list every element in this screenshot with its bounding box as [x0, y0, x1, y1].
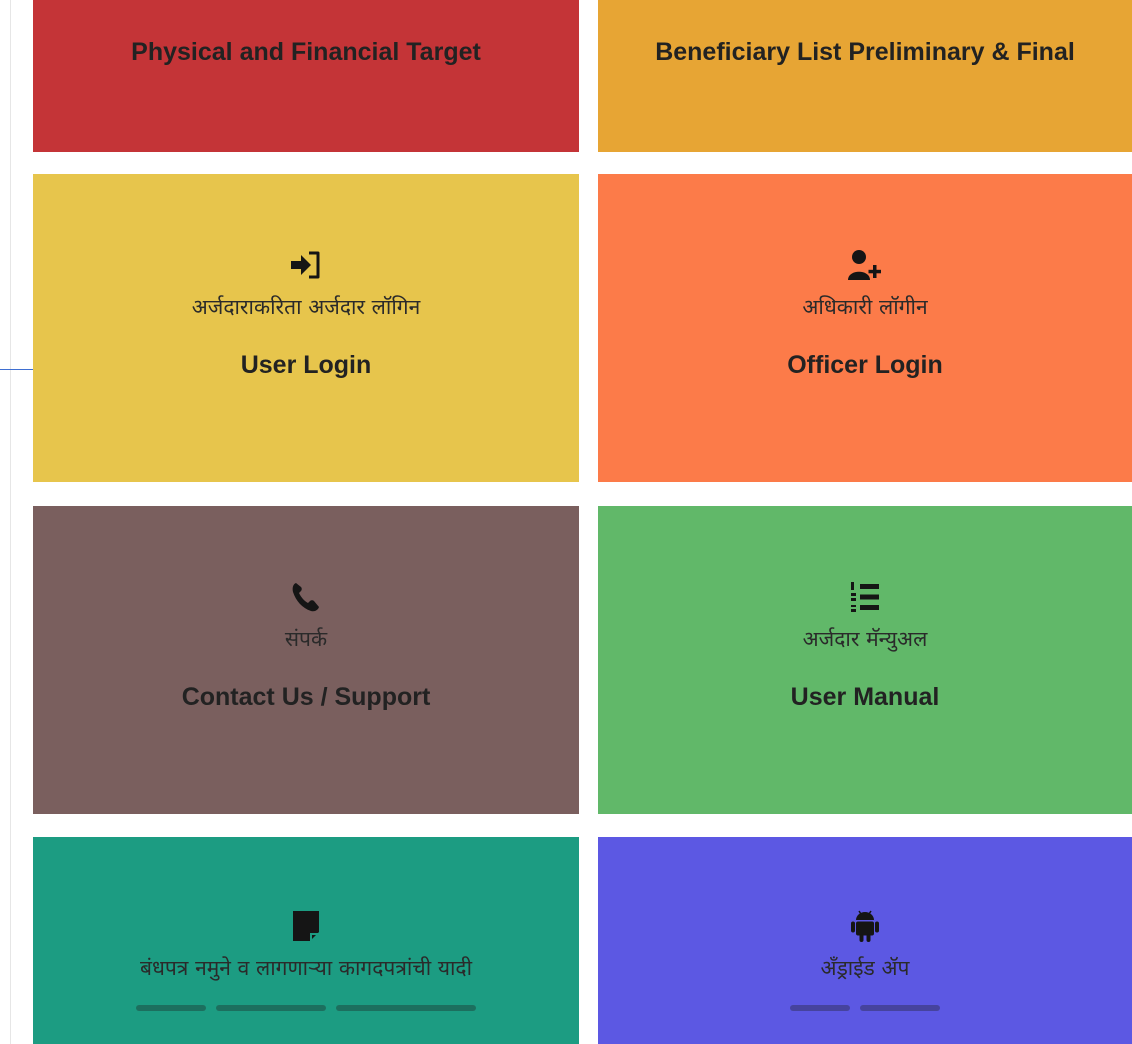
tile-marathi-label: बंधपत्र नमुने व लागणाऱ्या कागदपत्रांची य… [139, 956, 473, 980]
ordered-list-icon [849, 580, 881, 614]
tile-user-login[interactable]: अर्जदाराकरिता अर्जदार लॉगिन User Login [33, 174, 579, 482]
tile-contact-support[interactable]: संपर्क Contact Us / Support [33, 506, 579, 814]
phone-icon [291, 580, 321, 614]
document-icon [291, 909, 321, 943]
tile-cut-off-label [136, 1005, 476, 1011]
tile-english-label: User Login [240, 351, 372, 379]
tile-english-label: User Manual [790, 683, 940, 711]
tile-android-app[interactable]: ॲंड्राईड ॲप [598, 837, 1132, 1044]
tile-marathi-label: अर्जदाराकरिता अर्जदार लॉगिन [191, 295, 421, 319]
tile-user-manual[interactable]: अर्जदार मॅन्युअल User Manual [598, 506, 1132, 814]
tile-officer-login[interactable]: अधिकारी लॉगीन Officer Login [598, 174, 1132, 482]
tile-marathi-label: ॲंड्राईड ॲप [820, 956, 910, 980]
tile-english-label: Officer Login [787, 351, 943, 379]
tile-beneficiary-list[interactable]: Beneficiary List Preliminary & Final [598, 0, 1132, 152]
tile-cut-off-label [790, 1005, 940, 1011]
tile-english-label: Contact Us / Support [181, 683, 431, 711]
tile-marathi-label: अधिकारी लॉगीन [802, 295, 928, 319]
tile-marathi-label: अर्जदार मॅन्युअल [802, 627, 928, 651]
user-plus-icon [847, 248, 883, 282]
tile-title: Physical and Financial Target [131, 38, 481, 66]
tile-physical-financial-target[interactable]: Physical and Financial Target [33, 0, 579, 152]
android-icon [850, 909, 880, 943]
page-left-border [10, 0, 11, 1044]
tile-marathi-label: संपर्क [284, 627, 328, 651]
tile-bond-documents[interactable]: बंधपत्र नमुने व लागणाऱ्या कागदपत्रांची य… [33, 837, 579, 1044]
sign-in-icon [289, 248, 323, 282]
tile-title: Beneficiary List Preliminary & Final [655, 38, 1075, 66]
